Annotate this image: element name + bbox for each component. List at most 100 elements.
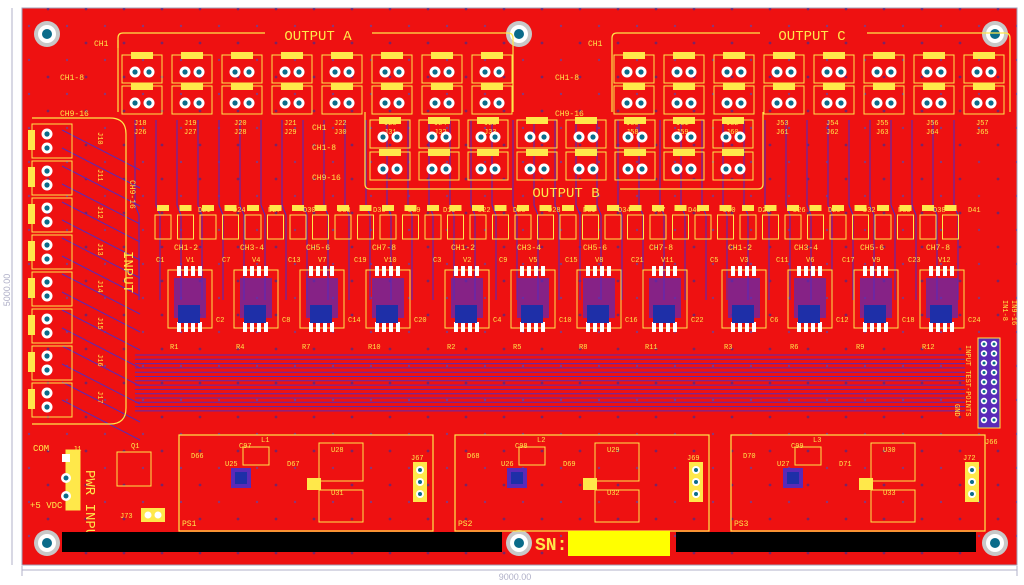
channel-group-label: CH3-4 — [517, 244, 541, 253]
channel-group-label: CH1-2 — [451, 244, 475, 253]
channel-group-label: CH5-6 — [583, 244, 607, 253]
cap-label: C22 — [691, 317, 704, 325]
cap-label: C21 — [631, 257, 644, 265]
inductor-label: L2 — [537, 437, 545, 445]
ic-label: U25 — [225, 461, 238, 469]
resistor-label: R8 — [579, 344, 587, 352]
regulator-label: U32 — [607, 490, 620, 498]
diode-label: D69 — [563, 461, 576, 469]
connector-label: J56 — [926, 120, 939, 128]
connector-label: J64 — [926, 129, 939, 137]
diode-label: D37 — [653, 207, 666, 215]
ch1-label-a: CH1 — [94, 40, 109, 49]
cap-label: C9 — [499, 257, 507, 265]
connector-label: J65 — [976, 129, 989, 137]
diode-label: D24 — [233, 207, 246, 215]
cap-label: C8 — [282, 317, 290, 325]
cap-label: C15 — [565, 257, 578, 265]
input-connector-label: J11 — [95, 169, 103, 182]
diode-label: D35 — [898, 207, 911, 215]
diode-label: D25 — [513, 207, 526, 215]
channel-group-label: CH7-8 — [372, 244, 396, 253]
input-connector-label: J14 — [95, 280, 103, 293]
connector-label: J72 — [963, 455, 976, 463]
j1-label: J1 — [73, 446, 81, 454]
vdc-label: +5 VDC — [30, 501, 63, 511]
cap-label: C2 — [216, 317, 224, 325]
pcb-board: 9000.00 5000.00 OUTPUT A OUTPUT C OUTPUT… — [2, 7, 1018, 582]
cap-label: C23 — [908, 257, 921, 265]
diode-label: D32 — [863, 207, 876, 215]
cap-label: C12 — [836, 317, 849, 325]
j66-label: J66 — [985, 439, 998, 447]
in-range-label: IN1-8 — [1000, 300, 1008, 321]
cap-label: C24 — [968, 317, 981, 325]
ch1-label-c: CH1 — [588, 40, 603, 49]
ch1-8-label-c: CH1-8 — [555, 74, 579, 83]
resistor-label: R3 — [724, 344, 732, 352]
diode-label: D19 — [443, 207, 456, 215]
connector-label: J19 — [184, 120, 197, 128]
diode-label: D71 — [839, 461, 852, 469]
com-label: COM — [33, 444, 49, 454]
resistor-label: R9 — [856, 344, 864, 352]
ic-label: V7 — [318, 257, 326, 265]
input-connector-label: J17 — [95, 391, 103, 404]
diode-label: D40 — [688, 207, 701, 215]
diode-label: D68 — [467, 453, 480, 461]
cap-label: C10 — [559, 317, 572, 325]
connector-label: J54 — [826, 120, 839, 128]
cap-label: C11 — [776, 257, 789, 265]
channel-group-label: CH1-2 — [728, 244, 752, 253]
ic-label: V8 — [595, 257, 603, 265]
diode-label: D41 — [968, 207, 981, 215]
output-c-label: OUTPUT C — [778, 29, 845, 45]
resistor-label: R6 — [790, 344, 798, 352]
diode-label: D20 — [723, 207, 736, 215]
ic-label: V12 — [938, 257, 951, 265]
connector-label: J26 — [134, 129, 147, 137]
q1-label: Q1 — [131, 443, 139, 451]
ic-label: V9 — [872, 257, 880, 265]
dimension-width: 9000.00 — [499, 572, 532, 582]
channel-group-label: CH3-4 — [794, 244, 818, 253]
connector-label: J67 — [411, 455, 424, 463]
cap-label: C6 — [770, 317, 778, 325]
connector-label: J22 — [334, 120, 347, 128]
ch9-16-label-a: CH9-16 — [60, 110, 89, 119]
cap-label: C14 — [348, 317, 361, 325]
psu-label: PS1 — [182, 520, 197, 529]
resistor-label: R2 — [447, 344, 455, 352]
cap-label: C97 — [239, 443, 252, 451]
output-b-label: OUTPUT B — [532, 186, 599, 202]
diode-label: D66 — [191, 453, 204, 461]
cap-label: C98 — [515, 443, 528, 451]
diode-label: D38 — [933, 207, 946, 215]
diode-label: D21 — [198, 207, 211, 215]
diode-label: D34 — [618, 207, 631, 215]
connector-label: J20 — [234, 120, 247, 128]
connector-label: J69 — [687, 455, 700, 463]
ic-label: V6 — [806, 257, 814, 265]
resistor-label: R10 — [368, 344, 381, 352]
ch1-8-label-b: CH1-8 — [312, 144, 336, 153]
regulator-label: U31 — [331, 490, 344, 498]
connector-label: J55 — [876, 120, 889, 128]
connector-label: J28 — [234, 129, 247, 137]
resistor-label: R11 — [645, 344, 658, 352]
connector-label: J62 — [826, 129, 839, 137]
in-range2-label: IN9-16 — [1009, 300, 1017, 325]
cap-label: C3 — [433, 257, 441, 265]
cap-label: C18 — [902, 317, 915, 325]
connector-label: J63 — [876, 129, 889, 137]
diode-label: D33 — [338, 207, 351, 215]
regulator-label: U28 — [331, 447, 344, 455]
dimension-height: 5000.00 — [2, 274, 12, 307]
ic-label: V3 — [740, 257, 748, 265]
inductor-label: L1 — [261, 437, 269, 445]
connector-label: J29 — [284, 129, 297, 137]
ic-label: V11 — [661, 257, 674, 265]
resistor-label: R1 — [170, 344, 178, 352]
cap-label: C99 — [791, 443, 804, 451]
input-ch9-16-label: CH9-16 — [127, 180, 136, 209]
